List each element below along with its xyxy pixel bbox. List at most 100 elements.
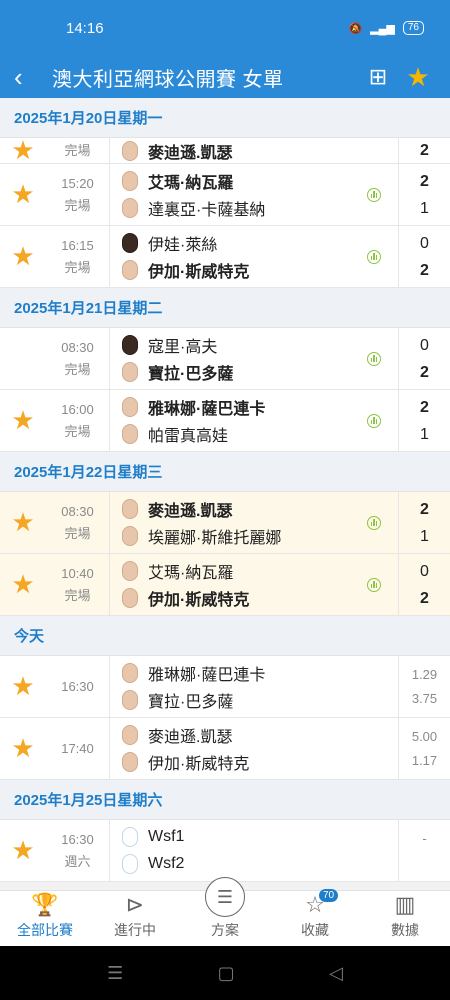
stats-icon[interactable] (367, 249, 381, 264)
home-icon[interactable]: ▢ (218, 963, 235, 984)
date-header: 今天 (0, 616, 450, 656)
score-value: 2 (420, 500, 429, 518)
avatar (122, 198, 138, 218)
player-name: 寶拉·巴多薩 (148, 366, 234, 383)
stats-cell (350, 718, 398, 779)
player-row: 麥迪遜.凱瑟 (122, 138, 350, 163)
match-time-cell: 08:30 完場 (46, 328, 110, 389)
star-icon[interactable]: ★ (0, 226, 46, 287)
avatar (122, 397, 138, 417)
star-icon[interactable]: ★ (0, 656, 46, 717)
player-row: 寇里·高夫 (122, 332, 350, 359)
favorite-star-icon[interactable]: ★ (398, 62, 438, 93)
player-name: 帕雷真高娃 (148, 428, 229, 445)
star-icon[interactable]: ★ (0, 554, 46, 615)
match-row[interactable]: ★ 17:40 麥迪遜.凱瑟 伊加·斯威特克 5.00 1.17 (0, 718, 450, 780)
bracket-icon[interactable]: ⊞ (358, 64, 398, 90)
score-value: 2 (420, 589, 429, 607)
avatar (122, 690, 138, 710)
player-row: Wsf1 (122, 824, 350, 851)
score-value: 0 (420, 336, 429, 354)
stats-icon[interactable] (367, 351, 381, 366)
chart-icon: ▥ (394, 892, 416, 917)
match-time: 16:00 (61, 401, 94, 417)
match-row[interactable]: ★ 16:30 週六 Wsf1 Wsf2 - (0, 820, 450, 882)
match-row[interactable]: ★ 10:40 完場 艾瑪·納瓦羅 伊加·斯威特克 0 2 (0, 554, 450, 616)
score-cell: 02 (398, 328, 450, 389)
score-value: 1 (420, 425, 429, 443)
players-cell: 雅琳娜·薩巴連卡 帕雷真高娃 (110, 390, 350, 451)
stats-cell[interactable] (350, 390, 398, 451)
stats-cell[interactable] (350, 328, 398, 389)
stats-icon[interactable] (367, 515, 381, 530)
avatar (122, 233, 138, 253)
nav-item-chart[interactable]: ▥ 數據 (360, 891, 450, 946)
player-row: 艾瑪·納瓦羅 (122, 168, 350, 195)
stats-cell[interactable] (350, 164, 398, 225)
player-name: 伊娃·萊絲 (148, 237, 218, 254)
player-name: 寶拉·巴多薩 (148, 694, 234, 711)
menu-icon[interactable]: ☰ (107, 963, 123, 984)
player-row: 艾瑪·納瓦羅 (122, 558, 350, 585)
match-list[interactable]: 2025年1月20日星期一 ★ 完場 麥迪遜.凱瑟 2 ★ 15:20 完場 艾瑪·納瓦羅 達裏亞… (0, 98, 450, 890)
match-time-cell: 16:00 完場 (46, 390, 110, 451)
score-cell: 21 (398, 390, 450, 451)
player-row: 帕雷真高娃 (122, 421, 350, 448)
match-row[interactable]: ★ 16:00 完場 雅琳娜·薩巴連卡 帕雷真高娃 2 1 (0, 390, 450, 452)
odds-value: 3.75 (411, 690, 438, 706)
match-row[interactable]: ★ 16:15 完場 伊娃·萊絲 伊加·斯威特克 0 2 (0, 226, 450, 288)
stats-icon[interactable] (367, 187, 381, 202)
play-icon: ⊳ (125, 892, 145, 917)
avatar (122, 752, 138, 772)
odds-value: 1.29 (411, 666, 438, 682)
stats-cell[interactable] (350, 492, 398, 553)
star-icon[interactable]: ★ (0, 138, 46, 163)
players-cell: 伊娃·萊絲 伊加·斯威特克 (110, 226, 350, 287)
stats-cell[interactable] (350, 226, 398, 287)
player-row: 麥迪遜.凱瑟 (122, 496, 350, 523)
nav-item-play[interactable]: ⊳ 進行中 (90, 891, 180, 946)
star-icon[interactable]: ★ (0, 492, 46, 553)
player-name: 艾瑪·納瓦羅 (148, 565, 234, 582)
player-name: Wsf2 (148, 855, 185, 872)
score-cell: 02 (398, 226, 450, 287)
player-name: 寇里·高夫 (148, 339, 218, 356)
odds-value: 1.17 (411, 752, 438, 768)
star-icon[interactable]: ★ (0, 390, 46, 451)
match-row[interactable]: ★ 15:20 完場 艾瑪·納瓦羅 達裏亞·卡薩基納 2 1 (0, 164, 450, 226)
player-name: 埃麗娜·斯維托麗娜 (148, 530, 282, 547)
star-icon[interactable]: ★ (0, 820, 46, 881)
score-cell: 21 (398, 164, 450, 225)
stats-cell[interactable] (350, 554, 398, 615)
back-arrow-icon[interactable]: ‹ (14, 64, 42, 90)
nav-item-star[interactable]: ☆ 70 收藏 (270, 889, 360, 946)
match-row[interactable]: ★ 完場 麥迪遜.凱瑟 2 (0, 138, 450, 164)
match-status: 完場 (64, 587, 91, 603)
score-value: 1 (420, 527, 429, 545)
nav-item-document[interactable]: ☰ 方案 (180, 877, 270, 946)
match-time: 10:40 (61, 565, 94, 581)
signal-icon: ▂▄▆ (370, 22, 395, 35)
stats-icon[interactable] (367, 413, 381, 428)
match-row[interactable]: ★ 08:30 完場 麥迪遜.凱瑟 埃麗娜·斯維托麗娜 2 1 (0, 492, 450, 554)
empty-star-slot[interactable] (0, 328, 46, 389)
avatar (122, 588, 138, 608)
stats-cell (350, 138, 398, 163)
odds-value: - (422, 830, 427, 846)
player-row: 寶拉·巴多薩 (122, 687, 350, 714)
match-time: 16:30 (61, 831, 94, 847)
back-icon[interactable]: ◁ (329, 963, 343, 984)
star-icon[interactable]: ★ (0, 718, 46, 779)
match-row[interactable]: ★ 16:30 雅琳娜·薩巴連卡 寶拉·巴多薩 1.29 3.75 (0, 656, 450, 718)
player-name: 麥迪遜.凱瑟 (148, 503, 233, 520)
player-row: 伊加·斯威特克 (122, 585, 350, 612)
player-row: 達裏亞·卡薩基納 (122, 195, 350, 222)
nav-item-trophy[interactable]: 🏆 全部比賽 (0, 891, 90, 946)
nav-label: 數據 (391, 922, 419, 938)
stats-icon[interactable] (367, 577, 381, 592)
players-cell: 雅琳娜·薩巴連卡 寶拉·巴多薩 (110, 656, 350, 717)
match-row[interactable]: 08:30 完場 寇里·高夫寶拉·巴多薩 0 2 (0, 328, 450, 390)
star-icon[interactable]: ★ (0, 164, 46, 225)
match-time: 08:30 (61, 339, 94, 355)
player-name: 麥迪遜.凱瑟 (148, 144, 233, 162)
